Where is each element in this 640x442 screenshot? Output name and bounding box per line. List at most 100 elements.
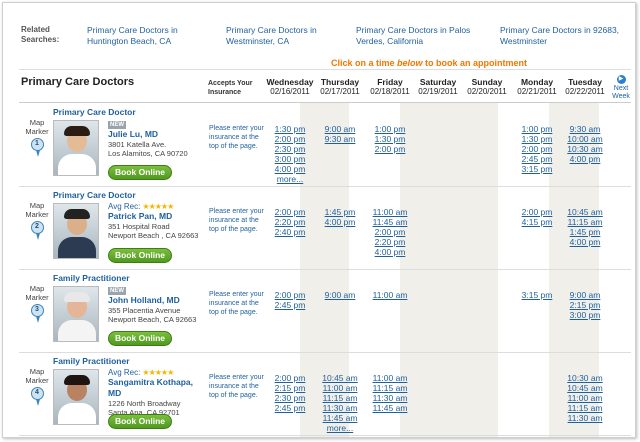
time-slot-link[interactable]: 10:00 am xyxy=(560,134,610,144)
time-slot-link[interactable]: 1:00 pm xyxy=(512,124,562,134)
time-slot-column: 2:00 pm 2:45 pm xyxy=(265,290,315,310)
time-slot-link[interactable]: 11:15 am xyxy=(365,383,415,393)
time-slot-link[interactable]: 9:30 am xyxy=(315,134,365,144)
time-slot-link[interactable]: 11:15 am xyxy=(560,217,610,227)
day-header-saturday: Saturday 02/19/2011 xyxy=(418,77,458,96)
time-slot-link[interactable]: 4:00 pm xyxy=(365,247,415,257)
time-slot-link[interactable]: 9:00 am xyxy=(315,290,365,300)
map-marker[interactable]: Map Marker 2 xyxy=(23,201,51,240)
book-online-button[interactable]: Book Online xyxy=(108,414,172,429)
time-slot-link[interactable]: 11:45 am xyxy=(365,403,415,413)
doctor-specialty[interactable]: Family Practitioner xyxy=(53,273,130,283)
time-slot-link[interactable]: 2:45 pm xyxy=(265,300,315,310)
time-slot-link[interactable]: 2:45 pm xyxy=(512,154,562,164)
time-slot-link[interactable]: 9:00 am xyxy=(315,124,365,134)
map-marker[interactable]: Map Marker 1 xyxy=(23,118,51,157)
doctor-specialty[interactable]: Primary Care Doctor xyxy=(53,190,136,200)
time-slot-link[interactable]: 4:15 pm xyxy=(512,217,562,227)
time-slot-link[interactable]: 2:00 pm xyxy=(512,144,562,154)
time-slot-link[interactable]: 11:45 am xyxy=(365,217,415,227)
time-slot-link[interactable]: 2:20 pm xyxy=(365,237,415,247)
time-slot-link[interactable]: 11:30 am xyxy=(365,393,415,403)
time-slot-link[interactable]: 3:15 pm xyxy=(512,290,562,300)
insurance-column-header: Accepts Your Insurance xyxy=(208,80,253,96)
time-slot-link[interactable]: 2:15 pm xyxy=(560,300,610,310)
time-slot-link[interactable]: 2:00 pm xyxy=(265,373,315,383)
time-slot-link[interactable]: 11:30 am xyxy=(560,413,610,423)
time-slot-link[interactable]: 9:00 am xyxy=(560,290,610,300)
doctor-name-link[interactable]: Patrick Pan, MD xyxy=(108,211,208,222)
time-slot-link[interactable]: 11:30 am xyxy=(315,403,365,413)
time-slot-column: 9:30 am 10:00 am 10:30 am 4:00 pm xyxy=(560,124,610,164)
doctor-name-link[interactable]: Julie Lu, MD xyxy=(108,129,208,140)
time-slot-link[interactable]: 1:45 pm xyxy=(560,227,610,237)
time-slot-link[interactable]: 1:30 pm xyxy=(512,134,562,144)
time-slot-link[interactable]: 3:00 pm xyxy=(560,310,610,320)
related-link-westminster[interactable]: Primary Care Doctors in Westminster, CA xyxy=(226,25,344,47)
time-slot-link[interactable]: 10:30 am xyxy=(560,144,610,154)
related-link-palos-verdes[interactable]: Primary Care Doctors in Palos Verdes, Ca… xyxy=(356,25,488,47)
time-slot-column: 2:00 pm 2:15 pm 2:30 pm 2:45 pm xyxy=(265,373,315,413)
time-slot-link[interactable]: 10:30 am xyxy=(560,373,610,383)
time-slot-link[interactable]: 10:45 am xyxy=(560,207,610,217)
rating-stars-icon: ★★★★★ xyxy=(142,202,174,211)
doctor-info: NEW John Holland, MD 355 Placentia Avenu… xyxy=(108,285,208,324)
time-slot-link[interactable]: 11:15 am xyxy=(315,393,365,403)
time-slot-link[interactable]: 2:00 pm xyxy=(265,207,315,217)
book-online-button[interactable]: Book Online xyxy=(108,331,172,346)
map-marker[interactable]: Map Marker 4 xyxy=(23,367,51,406)
time-slot-link[interactable]: 4:00 pm xyxy=(315,217,365,227)
time-slot-link[interactable]: 2:00 pm xyxy=(512,207,562,217)
time-slot-link[interactable]: 2:20 pm xyxy=(265,217,315,227)
time-slot-link[interactable]: 1:00 pm xyxy=(365,124,415,134)
doctor-photo[interactable] xyxy=(53,286,99,342)
related-link-huntington-beach[interactable]: Primary Care Doctors in Huntington Beach… xyxy=(87,25,215,47)
time-slot-link[interactable]: 2:00 pm xyxy=(365,144,415,154)
time-slot-column: 1:00 pm 1:30 pm 2:00 pm 2:45 pm 3:15 pm xyxy=(512,124,562,174)
doctor-name-link[interactable]: Sangamitra Kothapa, MD xyxy=(108,377,208,399)
related-link-92683[interactable]: Primary Care Doctors in 92683, Westminst… xyxy=(500,25,630,47)
time-slot-link[interactable]: 11:00 am xyxy=(365,207,415,217)
time-slot-link[interactable]: 11:00 am xyxy=(365,373,415,383)
time-slot-link[interactable]: 1:30 pm xyxy=(365,134,415,144)
doctor-photo[interactable] xyxy=(53,203,99,259)
doctor-specialty[interactable]: Primary Care Doctor xyxy=(53,107,136,117)
time-slot-column: 3:15 pm xyxy=(512,290,562,300)
map-pin-icon: 3 xyxy=(30,304,44,323)
map-marker[interactable]: Map Marker 3 xyxy=(23,284,51,323)
time-slot-link[interactable]: 2:45 pm xyxy=(265,403,315,413)
time-slot-link[interactable]: 1:30 pm xyxy=(265,124,315,134)
day-header-sunday: Sunday 02/20/2011 xyxy=(467,77,507,96)
time-slot-link[interactable]: 2:30 pm xyxy=(265,393,315,403)
time-slot-link[interactable]: 2:40 pm xyxy=(265,227,315,237)
time-slot-link[interactable]: 2:00 pm xyxy=(265,290,315,300)
time-slot-link[interactable]: 11:00 am xyxy=(365,290,415,300)
time-slot-link[interactable]: 11:00 am xyxy=(560,393,610,403)
book-online-button[interactable]: Book Online xyxy=(108,165,172,180)
time-slot-link[interactable]: 11:45 am xyxy=(315,413,365,423)
doctor-photo[interactable] xyxy=(53,120,99,176)
time-slot-link[interactable]: 2:00 pm xyxy=(365,227,415,237)
time-slot-link[interactable]: 3:00 pm xyxy=(265,154,315,164)
doctor-name-link[interactable]: John Holland, MD xyxy=(108,295,208,306)
time-slot-link[interactable]: 2:30 pm xyxy=(265,144,315,154)
doctor-photo[interactable] xyxy=(53,369,99,425)
time-slot-link[interactable]: 9:30 am xyxy=(560,124,610,134)
next-week-link[interactable]: ▶ Next Week xyxy=(610,75,632,101)
book-online-button[interactable]: Book Online xyxy=(108,248,172,263)
new-badge: NEW xyxy=(108,121,126,129)
doctor-specialty[interactable]: Family Practitioner xyxy=(53,356,130,366)
time-slot-link[interactable]: 4:00 pm xyxy=(265,164,315,174)
time-slot-link[interactable]: 10:45 am xyxy=(560,383,610,393)
more-times-link[interactable]: more... xyxy=(315,423,365,433)
more-times-link[interactable]: more... xyxy=(265,174,315,184)
time-slot-link[interactable]: 1:45 pm xyxy=(315,207,365,217)
time-slot-link[interactable]: 4:00 pm xyxy=(560,237,610,247)
time-slot-link[interactable]: 4:00 pm xyxy=(560,154,610,164)
time-slot-link[interactable]: 3:15 pm xyxy=(512,164,562,174)
time-slot-link[interactable]: 11:00 am xyxy=(315,383,365,393)
time-slot-link[interactable]: 11:15 am xyxy=(560,403,610,413)
time-slot-link[interactable]: 10:45 am xyxy=(315,373,365,383)
time-slot-link[interactable]: 2:00 pm xyxy=(265,134,315,144)
time-slot-link[interactable]: 2:15 pm xyxy=(265,383,315,393)
